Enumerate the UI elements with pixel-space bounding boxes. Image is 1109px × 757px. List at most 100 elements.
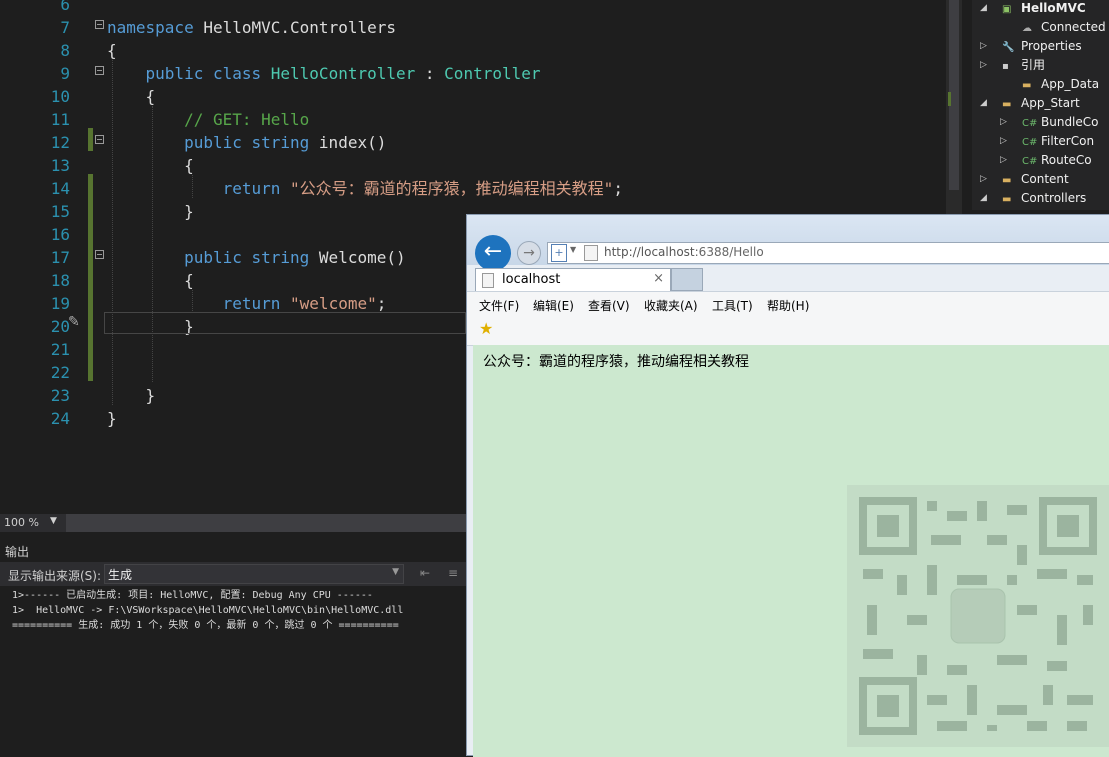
compat-view-icon[interactable]: +: [551, 244, 567, 262]
collapsed-arrow-icon[interactable]: ▷: [980, 56, 987, 75]
address-bar[interactable]: + ▼ http://localhost:6388/Hello: [547, 242, 1109, 264]
code-token: // GET: Hello: [107, 110, 310, 129]
code-line[interactable]: {: [107, 39, 117, 62]
code-line[interactable]: namespace HelloMVC.Controllers: [107, 16, 396, 39]
solution-item[interactable]: ◢ ▣ HelloMVC: [980, 0, 1086, 18]
csharp-icon: C#: [1022, 137, 1038, 148]
collapse-namespace-icon[interactable]: [95, 20, 104, 29]
code-token: "公众号：霸道的程序猿，推动编程相关教程": [290, 179, 614, 198]
code-token: {: [107, 87, 156, 106]
clear-output-icon[interactable]: ⇤: [420, 566, 430, 580]
collapse-index-icon[interactable]: [95, 135, 104, 144]
code-token: }: [107, 409, 117, 428]
menu-item[interactable]: 编辑(E): [533, 297, 574, 314]
collapsed-arrow-icon[interactable]: ▷: [1000, 151, 1007, 170]
solution-item[interactable]: ▷ ▬ Content: [980, 170, 1069, 189]
menu-item[interactable]: 工具(T): [712, 297, 753, 314]
code-token: }: [107, 202, 194, 221]
output-text: 1>------ 已启动生成: 项目: HelloMVC, 配置: Debug …: [12, 588, 403, 633]
new-tab-button[interactable]: [671, 268, 703, 291]
code-line[interactable]: {: [107, 154, 194, 177]
solution-explorer: ◢ ▣ HelloMVC ☁ Connected S ▷ 🔧 Properties ▷ ▪ 引用 ▬ A…: [972, 0, 1109, 210]
menu-bar: 文件(F) 编辑(E) 查看(V) 收藏夹(A) 工具(T) 帮助(H): [467, 291, 1109, 316]
solution-item[interactable]: ▷ C# FilterCon: [1000, 132, 1095, 151]
indent-guide: [152, 106, 153, 382]
solution-item[interactable]: ◢ ▬ App_Start: [980, 94, 1080, 113]
collapsed-arrow-icon[interactable]: ▷: [1000, 132, 1007, 151]
code-token: HelloMVC.Controllers: [193, 18, 396, 37]
code-line[interactable]: public class HelloController : Controlle…: [107, 62, 541, 85]
code-line[interactable]: }: [107, 200, 194, 223]
menu-item[interactable]: 文件(F): [479, 297, 519, 314]
menu-item[interactable]: 收藏夹(A): [644, 297, 698, 314]
forward-button[interactable]: →: [517, 241, 541, 265]
code-line[interactable]: public string index(): [107, 131, 386, 154]
collapse-welcome-icon[interactable]: [95, 250, 104, 259]
solution-item-label: FilterCon: [1041, 134, 1095, 148]
folder-icon: ▬: [1002, 175, 1012, 186]
solution-item[interactable]: ▬ App_Data: [1022, 75, 1099, 94]
output-line: ========== 生成: 成功 1 个，失败 0 个，最新 0 个，跳过 0…: [12, 620, 399, 631]
collapsed-arrow-icon[interactable]: ▷: [1000, 113, 1007, 132]
code-token: return: [107, 179, 291, 198]
close-tab-icon[interactable]: ×: [653, 271, 664, 286]
zoom-dropdown-icon[interactable]: ▼: [50, 516, 57, 526]
zoom-level[interactable]: 100 %: [4, 516, 39, 529]
code-line[interactable]: {: [107, 85, 156, 108]
line-number: 16: [50, 225, 70, 244]
solution-item[interactable]: ☁ Connected S: [1022, 18, 1109, 37]
line-number: 7: [60, 18, 70, 37]
line-number: 15: [50, 202, 70, 221]
code-token: namespace: [107, 18, 194, 37]
code-line[interactable]: }: [107, 407, 117, 430]
expanded-arrow-icon[interactable]: ◢: [980, 94, 987, 113]
solution-item[interactable]: ▷ ▪ 引用: [980, 56, 1045, 75]
solution-item[interactable]: ◢ ▬ Controllers: [980, 189, 1086, 208]
qr-code-image: [859, 497, 1097, 735]
back-button[interactable]: ←: [475, 235, 511, 271]
code-line[interactable]: return "公众号：霸道的程序猿，推动编程相关教程";: [107, 177, 623, 200]
expanded-arrow-icon[interactable]: ◢: [980, 189, 987, 208]
solution-item-label: Content: [1021, 172, 1069, 186]
collapse-class-icon[interactable]: [95, 66, 104, 75]
solution-item-label: App_Start: [1021, 96, 1080, 110]
favorites-star-icon[interactable]: ★: [479, 319, 493, 338]
solution-item-label: Connected S: [1041, 20, 1109, 34]
code-token: :: [415, 64, 445, 83]
editor-horizontal-scrollbar[interactable]: [66, 514, 466, 532]
csharp-icon: C#: [1022, 156, 1038, 167]
code-token: Controller: [444, 64, 541, 83]
solution-item-label: App_Data: [1041, 77, 1100, 91]
quick-actions-icon[interactable]: ✎: [68, 313, 86, 331]
code-line[interactable]: {: [107, 269, 194, 292]
solution-item[interactable]: ▷ C# BundleCo: [1000, 113, 1099, 132]
change-indicator: [88, 174, 93, 381]
output-source-select[interactable]: 生成 ▼: [104, 564, 404, 584]
word-wrap-icon[interactable]: ≡: [448, 566, 458, 580]
code-token: {: [107, 271, 194, 290]
solution-item[interactable]: ▷ C# RouteCo: [1000, 151, 1092, 170]
solution-item-label: RouteCo: [1041, 153, 1092, 167]
code-line[interactable]: }: [107, 384, 156, 407]
tab-localhost[interactable]: localhost ×: [475, 268, 671, 291]
collapsed-arrow-icon[interactable]: ▷: [980, 170, 987, 189]
output-toolbar: 显示输出来源(S): 生成 ▼ ⇤ ≡: [0, 562, 466, 586]
tab-title: localhost: [502, 272, 561, 287]
solution-item[interactable]: ▷ 🔧 Properties: [980, 37, 1082, 56]
line-number: 11: [50, 110, 70, 129]
menu-item[interactable]: 帮助(H): [767, 297, 809, 314]
expanded-arrow-icon[interactable]: ◢: [980, 0, 987, 18]
output-line: 1>------ 已启动生成: 项目: HelloMVC, 配置: Debug …: [12, 590, 373, 601]
code-token: index(): [318, 133, 387, 152]
favorites-bar: ★: [467, 315, 1109, 346]
page-icon: [584, 245, 598, 261]
menu-item[interactable]: 查看(V): [588, 297, 630, 314]
collapsed-arrow-icon[interactable]: ▷: [980, 37, 987, 56]
code-token: "welcome": [290, 294, 377, 313]
line-number: 8: [60, 41, 70, 60]
output-panel: 输出 显示输出来源(S): 生成 ▼ ⇤ ≡ 1>------ 已启动生成: 项…: [0, 540, 466, 756]
chevron-down-icon[interactable]: ▼: [570, 245, 576, 254]
wrench-icon: 🔧: [1002, 42, 1015, 53]
folder-icon: ▬: [1002, 194, 1012, 205]
code-line[interactable]: // GET: Hello: [107, 108, 309, 131]
